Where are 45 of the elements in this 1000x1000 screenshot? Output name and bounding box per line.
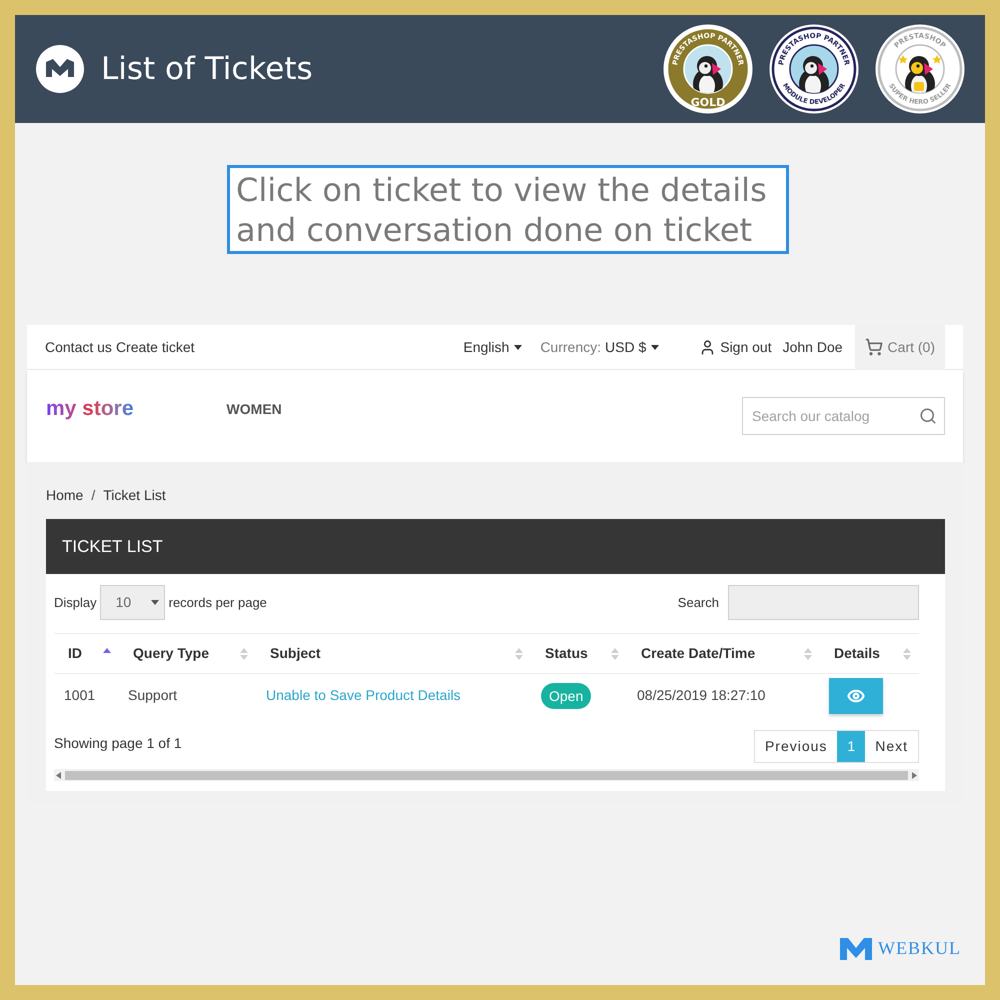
eye-icon: [847, 686, 865, 704]
status-badge: Open: [541, 682, 592, 708]
cart-icon: [864, 338, 883, 356]
logo-icon: [36, 45, 84, 93]
display-label: Display: [54, 594, 97, 612]
per-page-label: records per page: [168, 594, 267, 612]
table-cell: 08/25/2019 18:27:10: [637, 687, 766, 703]
badge-label: GOLD: [690, 96, 726, 109]
breadcrumb-link[interactable]: Home: [46, 484, 84, 506]
page-size-select[interactable]: 10: [100, 585, 165, 620]
page-title: List of Tickets: [101, 54, 313, 84]
scrollbar-thumb[interactable]: [65, 770, 908, 780]
search-field[interactable]: Search our catalog: [742, 397, 945, 435]
page-summary: Showing page 1 of 1: [54, 734, 182, 753]
column-header[interactable]: Query Type: [119, 634, 256, 673]
scroll-right-icon[interactable]: [912, 772, 917, 778]
brand-name: WEBKUL: [878, 939, 961, 957]
menu-item[interactable]: WOMEN: [226, 398, 282, 420]
language-dropdown[interactable]: English: [463, 336, 522, 358]
column-header[interactable]: Create Date/Time: [627, 634, 820, 673]
caret-icon: [150, 600, 159, 605]
card-title: TICKET LIST: [62, 536, 163, 558]
callout-text: Click on ticket to view the details and conversation done on ticket: [236, 170, 768, 250]
sign-out-link[interactable]: Sign out: [699, 336, 772, 358]
column-header[interactable]: ID: [54, 634, 119, 673]
brand-logo-icon: [840, 936, 872, 960]
scroll-left-icon[interactable]: [56, 772, 61, 778]
caret-icon: [651, 344, 660, 350]
view-details-button[interactable]: [829, 678, 883, 714]
caret-icon: [514, 344, 522, 350]
table-cell: 1001: [64, 687, 96, 703]
column-header[interactable]: Subject: [256, 634, 531, 673]
table-cell: Support: [128, 687, 178, 703]
cart-link[interactable]: Cart (0): [854, 324, 945, 370]
table-search-field[interactable]: [728, 585, 919, 620]
search-label: Search: [678, 594, 719, 612]
nav-link[interactable]: Contact us: [45, 336, 112, 358]
currency-dropdown[interactable]: Currency: USD $: [540, 336, 660, 358]
breadcrumb-separator: /: [91, 486, 96, 504]
breadcrumb-link[interactable]: Ticket List: [103, 484, 166, 506]
nav-link[interactable]: Create ticket: [116, 336, 195, 358]
column-header[interactable]: Details: [820, 634, 919, 673]
user-name: John Doe: [782, 338, 843, 356]
column-header[interactable]: Status: [531, 634, 627, 673]
search-icon[interactable]: [919, 407, 937, 425]
